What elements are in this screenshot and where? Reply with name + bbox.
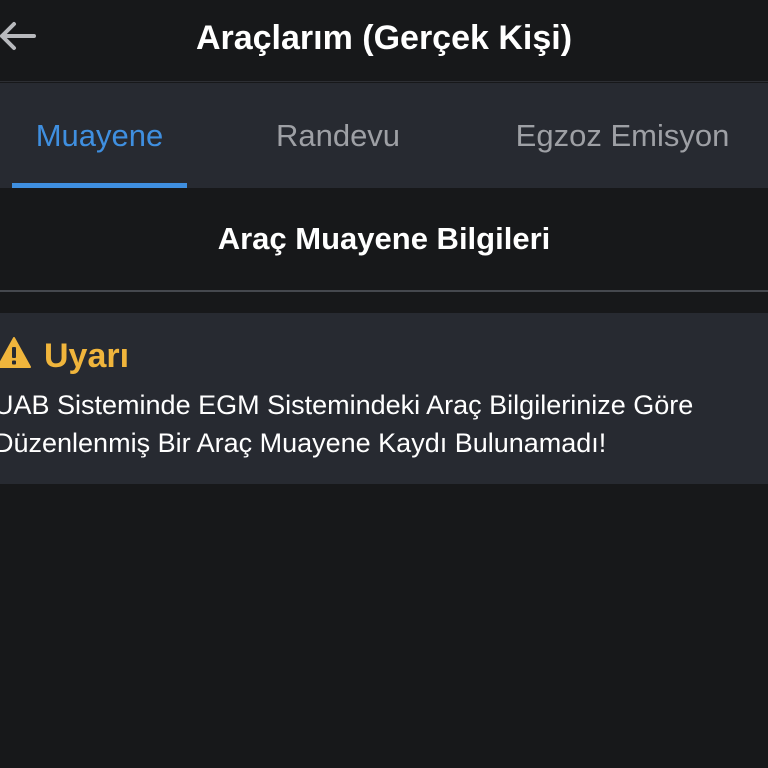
page-title: Araçlarım (Gerçek Kişi) <box>195 19 573 57</box>
screen: Araçlarım (Gerçek Kişi) Muayene Randevu … <box>0 0 768 768</box>
tab-bar: Muayene Randevu Egzoz Emisyon <box>0 83 768 188</box>
warning-message: UAB Sisteminde EGM Sistemindeki Araç Bil… <box>0 386 764 462</box>
section-divider <box>0 290 768 292</box>
warning-title: Uyarı <box>44 337 130 375</box>
tab-egzoz-emisyon[interactable]: Egzoz Emisyon <box>480 83 765 188</box>
warning-message-line-1: UAB Sisteminde EGM Sistemindeki Araç Bil… <box>0 390 694 420</box>
warning-message-line-2: Düzenlenmiş Bir Araç Muayene Kaydı Bulun… <box>0 428 607 458</box>
tab-randevu[interactable]: Randevu <box>248 83 428 188</box>
app-header: Araçlarım (Gerçek Kişi) <box>0 0 768 82</box>
warning-triangle-icon <box>0 337 31 368</box>
tab-muayene[interactable]: Muayene <box>12 83 187 188</box>
section-title: Araç Muayene Bilgileri <box>217 221 551 256</box>
